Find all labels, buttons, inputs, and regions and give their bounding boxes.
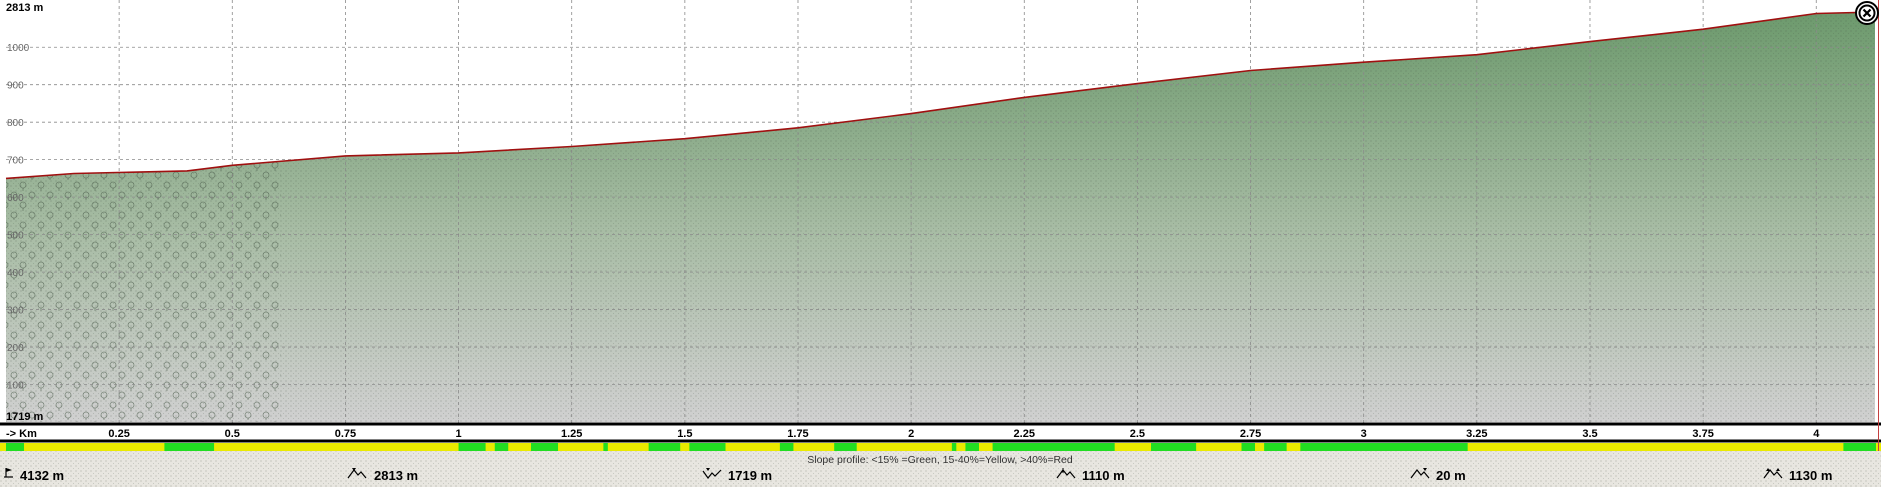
- x-axis-strip: [0, 424, 1881, 441]
- slope-segment: [951, 443, 957, 451]
- y-tick-label: 400: [7, 268, 24, 279]
- slope-segment: [689, 443, 726, 451]
- x-tick-label: 0.25: [108, 428, 129, 440]
- slope-segment: [680, 443, 690, 451]
- slope-segment: [856, 443, 952, 451]
- slope-segment: [834, 443, 857, 451]
- slope-segment: [607, 443, 649, 451]
- slope-segment: [1241, 443, 1256, 451]
- y-tick-label: 100: [7, 381, 24, 392]
- slope-segment: [979, 443, 993, 451]
- min-elevation-label: 1719 m: [6, 411, 44, 423]
- x-tick-label: 1.5: [677, 428, 692, 440]
- slope-segment: [24, 443, 165, 451]
- stat-value: 20 m: [1436, 468, 1466, 483]
- x-axis-label: -> Km: [6, 428, 37, 440]
- slope-segment: [956, 443, 966, 451]
- slope-segment: [992, 443, 1115, 451]
- y-tick-label: 300: [7, 306, 24, 317]
- stat-value: 1130 m: [1789, 468, 1832, 483]
- stat-value: 1110 m: [1082, 468, 1125, 483]
- slope-segment: [725, 443, 780, 451]
- x-tick-label: 2.75: [1240, 428, 1261, 440]
- stat-value: 1719 m: [728, 468, 772, 483]
- y-tick-label: 700: [7, 156, 24, 167]
- x-tick-label: 2: [908, 428, 914, 440]
- x-tick-label: 3.5: [1582, 428, 1597, 440]
- slope-segment: [485, 443, 495, 451]
- y-tick-label: 600: [7, 193, 24, 204]
- x-tick-label: 1.25: [561, 428, 582, 440]
- slope-segment: [6, 443, 25, 451]
- close-button[interactable]: [1855, 1, 1879, 25]
- slope-segment: [1255, 443, 1265, 451]
- slope-segment: [558, 443, 604, 451]
- slope-segment: [1114, 443, 1151, 451]
- slope-segment: [458, 443, 486, 451]
- slope-segment: [530, 443, 559, 451]
- slope-segment: [1843, 443, 1876, 451]
- slope-segment: [1150, 443, 1197, 451]
- elevation-profile-panel: 1000 900 800 700 600 500 400 300 200 100 2813 m 1…: [0, 0, 1881, 487]
- x-tick-label: 3.75: [1692, 428, 1713, 440]
- y-tick-label: 200: [7, 343, 24, 354]
- y-tick-label: 900: [7, 81, 24, 92]
- slope-segment: [793, 443, 835, 451]
- elevation-profile-chart[interactable]: 1000 900 800 700 600 500 400 300 200 100 2813 m 1…: [0, 0, 1881, 487]
- slope-segment: [965, 443, 980, 451]
- x-tick-label: 3.25: [1466, 428, 1487, 440]
- max-elevation-label: 2813 m: [6, 2, 44, 14]
- x-tick-label: 1: [456, 428, 462, 440]
- x-tick-label: 3: [1361, 428, 1367, 440]
- x-tick-label: 0.5: [225, 428, 240, 440]
- x-tick-label: 0.75: [335, 428, 356, 440]
- y-tick-label: 800: [7, 118, 24, 129]
- slope-segment: [1286, 443, 1301, 451]
- slope-segment: [648, 443, 681, 451]
- slope-segment: [164, 443, 215, 451]
- slope-segment: [1196, 443, 1242, 451]
- slope-profile-bar: [0, 443, 1881, 451]
- slope-segment: [214, 443, 459, 451]
- stat-value: 4132 m: [20, 468, 64, 483]
- slope-segment: [1300, 443, 1468, 451]
- x-tick-label: 2.25: [1014, 428, 1035, 440]
- x-tick-label: 4: [1813, 428, 1820, 440]
- slope-segment: [1467, 443, 1844, 451]
- x-tick-label: 2.5: [1130, 428, 1145, 440]
- slope-segment: [779, 443, 794, 451]
- y-tick-label: 1000: [7, 43, 30, 54]
- slope-profile-caption: Slope profile: <15% =Green, 15-40%=Yello…: [807, 454, 1073, 466]
- y-tick-label: 500: [7, 231, 24, 242]
- slope-segment: [603, 443, 608, 451]
- slope-segment: [494, 443, 509, 451]
- close-icon: [1858, 4, 1876, 22]
- slope-segment: [508, 443, 531, 451]
- slope-segment: [1264, 443, 1287, 451]
- x-tick-label: 1.75: [787, 428, 808, 440]
- stat-value: 2813 m: [374, 468, 418, 483]
